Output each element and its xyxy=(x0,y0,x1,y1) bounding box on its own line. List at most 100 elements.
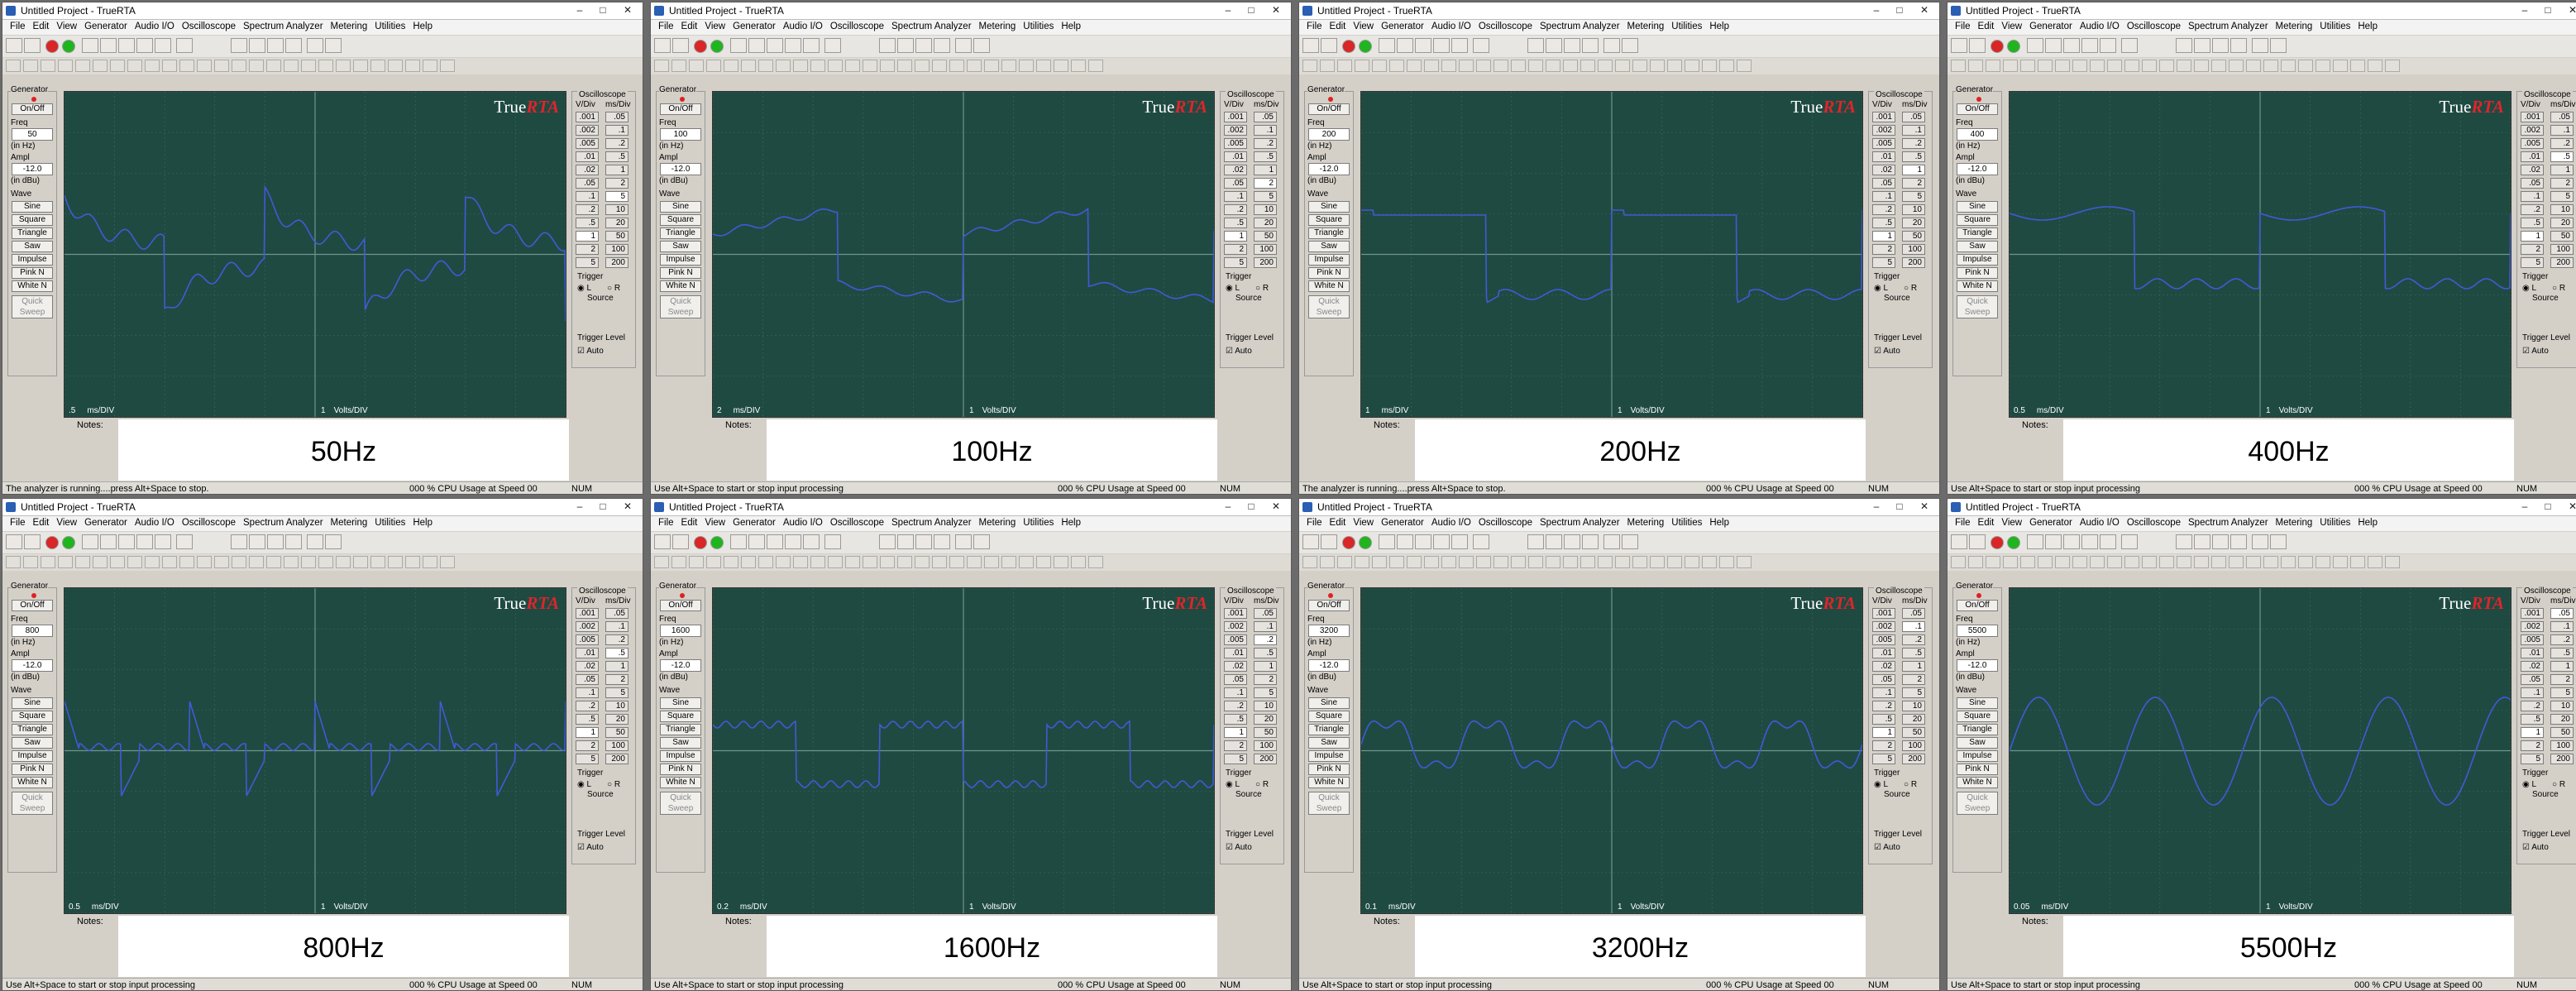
1/3-octave-icon[interactable] xyxy=(2045,534,2062,549)
grid-icon[interactable] xyxy=(1473,38,1489,53)
msdiv-button[interactable]: .2 xyxy=(1902,634,1925,645)
settings-icon[interactable] xyxy=(285,38,302,53)
menu-help[interactable]: Help xyxy=(413,518,433,528)
db-icon[interactable] xyxy=(249,38,265,53)
record-icon[interactable] xyxy=(1342,40,1355,53)
vdiv-button[interactable]: .01 xyxy=(1224,151,1247,162)
toolbar2-button[interactable] xyxy=(706,60,721,72)
menu-audio-i-o[interactable]: Audio I/O xyxy=(2080,22,2120,31)
toolbar2-button[interactable] xyxy=(1986,60,2000,72)
wave-impulse-button[interactable]: Impulse xyxy=(1957,750,1998,762)
toolbar2-button[interactable] xyxy=(110,60,125,72)
vdiv-button[interactable]: .005 xyxy=(1224,634,1247,645)
toolbar2-button[interactable] xyxy=(440,60,455,72)
vdiv-button[interactable]: 5 xyxy=(2521,754,2544,764)
db-icon[interactable] xyxy=(897,534,914,549)
toolbar2-button[interactable] xyxy=(2090,556,2105,568)
vdiv-button[interactable]: 2 xyxy=(2521,740,2544,751)
wave-triangle-button[interactable]: Triangle xyxy=(660,724,701,735)
msdiv-button[interactable]: 50 xyxy=(1902,231,1925,242)
quick-sweep-button[interactable]: Quick Sweep xyxy=(660,792,701,815)
toolbar2-button[interactable] xyxy=(1302,556,1317,568)
1/6-octave-icon[interactable] xyxy=(2063,534,2080,549)
menu-oscilloscope[interactable]: Oscilloscope xyxy=(830,518,884,528)
toolbar2-button[interactable] xyxy=(793,556,808,568)
vdiv-button[interactable]: 5 xyxy=(1872,754,1895,764)
mv-icon[interactable] xyxy=(2176,534,2192,549)
wave-white-n-button[interactable]: White N xyxy=(12,777,53,788)
vdiv-button[interactable]: .5 xyxy=(2521,218,2544,228)
toolbar2-button[interactable] xyxy=(1511,556,1526,568)
wave-impulse-button[interactable]: Impulse xyxy=(1957,254,1998,266)
vdiv-button[interactable]: .005 xyxy=(2521,138,2544,149)
vdiv-button[interactable]: .001 xyxy=(2521,112,2544,122)
wave-square-button[interactable]: Square xyxy=(12,711,53,722)
minimize-button[interactable]: – xyxy=(2518,4,2531,17)
vdiv-button[interactable]: .002 xyxy=(2521,125,2544,136)
msdiv-button[interactable]: 100 xyxy=(1254,244,1277,255)
toolbar2-button[interactable] xyxy=(1001,556,1016,568)
trigger-r-radio[interactable]: ○ R xyxy=(1255,284,1269,293)
1/1-octave-icon[interactable] xyxy=(2027,38,2043,53)
toolbar2-button[interactable] xyxy=(110,556,125,568)
msdiv-button[interactable]: 2 xyxy=(605,178,628,189)
toolbar2-button[interactable] xyxy=(758,60,773,72)
toolbar2-button[interactable] xyxy=(58,556,73,568)
toolbar2-button[interactable] xyxy=(1528,556,1543,568)
toolbar2-button[interactable] xyxy=(654,60,669,72)
msdiv-button[interactable]: 5 xyxy=(1902,191,1925,202)
run-icon[interactable] xyxy=(62,536,75,549)
vdiv-button[interactable]: 5 xyxy=(2521,257,2544,268)
ampl-input[interactable]: -12.0 xyxy=(12,659,53,672)
vdiv-button[interactable]: 2 xyxy=(576,244,599,255)
toolbar2-button[interactable] xyxy=(671,60,686,72)
toolbar2-button[interactable] xyxy=(6,60,21,72)
db-icon[interactable] xyxy=(1546,534,1562,549)
toolbar2-button[interactable] xyxy=(1685,556,1699,568)
ampl-input[interactable]: -12.0 xyxy=(660,659,701,672)
wave-saw-button[interactable]: Saw xyxy=(1957,737,1998,749)
menu-help[interactable]: Help xyxy=(1709,518,1729,528)
toolbar2-button[interactable] xyxy=(1441,60,1456,72)
vdiv-button[interactable]: .2 xyxy=(1872,701,1895,711)
wave-white-n-button[interactable]: White N xyxy=(660,280,701,292)
menu-help[interactable]: Help xyxy=(2358,518,2378,528)
toolbar2-button[interactable] xyxy=(967,60,982,72)
toolbar2-button[interactable] xyxy=(2107,60,2122,72)
menu-utilities[interactable]: Utilities xyxy=(1023,518,1054,528)
record-icon[interactable] xyxy=(1991,40,2004,53)
msdiv-button[interactable]: .2 xyxy=(1254,138,1277,149)
toolbar2-button[interactable] xyxy=(776,556,791,568)
db-weight-icon[interactable] xyxy=(1564,534,1580,549)
mv-icon[interactable] xyxy=(1527,38,1544,53)
msdiv-button[interactable]: .5 xyxy=(605,151,628,162)
vdiv-button[interactable]: .02 xyxy=(2521,661,2544,672)
wave-pink-n-button[interactable]: Pink N xyxy=(12,764,53,775)
toolbar2-button[interactable] xyxy=(162,60,177,72)
msdiv-button[interactable]: .1 xyxy=(1902,125,1925,136)
1/1-octave-icon[interactable] xyxy=(82,534,98,549)
toolbar2-button[interactable] xyxy=(1632,556,1647,568)
msdiv-button[interactable]: 50 xyxy=(605,727,628,738)
vdiv-button[interactable]: .02 xyxy=(576,165,599,175)
run-icon[interactable] xyxy=(62,40,75,53)
toolbar2-button[interactable] xyxy=(1088,60,1103,72)
menu-spectrum-analyzer[interactable]: Spectrum Analyzer xyxy=(891,518,972,528)
menu-spectrum-analyzer[interactable]: Spectrum Analyzer xyxy=(243,22,323,31)
menu-metering[interactable]: Metering xyxy=(979,22,1016,31)
menu-oscilloscope[interactable]: Oscilloscope xyxy=(1479,518,1532,528)
run-icon[interactable] xyxy=(1359,40,1372,53)
toolbar2-button[interactable] xyxy=(2368,60,2382,72)
menu-audio-i-o[interactable]: Audio I/O xyxy=(783,22,823,31)
toolbar2-button[interactable] xyxy=(1019,556,1034,568)
toolbar2-button[interactable] xyxy=(2124,556,2139,568)
menu-spectrum-analyzer[interactable]: Spectrum Analyzer xyxy=(243,518,323,528)
vdiv-button[interactable]: 5 xyxy=(576,754,599,764)
vdiv-button[interactable]: .05 xyxy=(576,178,599,189)
wave-white-n-button[interactable]: White N xyxy=(1957,280,1998,292)
toolbar2-button[interactable] xyxy=(405,556,420,568)
toolbar2-button[interactable] xyxy=(232,60,246,72)
toolbar2-button[interactable] xyxy=(1546,556,1560,568)
1/1-octave-icon[interactable] xyxy=(1379,38,1395,53)
toolbar2-button[interactable] xyxy=(214,556,229,568)
